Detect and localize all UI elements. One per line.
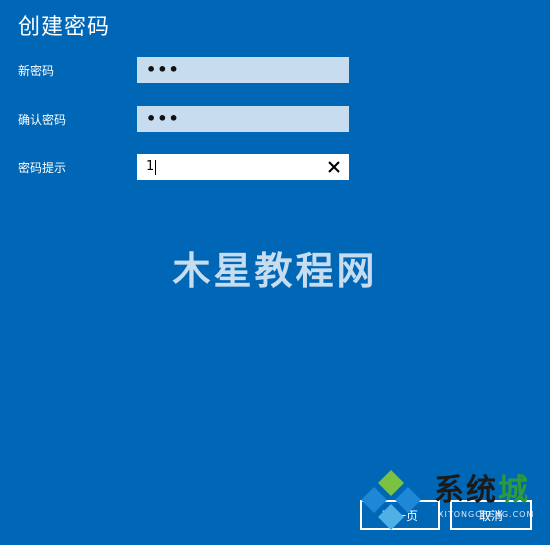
- password-hint-field[interactable]: 1: [137, 154, 349, 180]
- new-password-label: 新密码: [18, 64, 55, 78]
- close-icon[interactable]: [326, 159, 342, 175]
- site-logo: 系统城 XITONGCHENG.COM: [356, 468, 546, 532]
- create-password-page: 创建密码 新密码 ••• 确认密码 ••• 密码提示 1 木星教程网 下一页 取…: [0, 0, 550, 545]
- logo-subtitle: XITONGCHENG.COM: [438, 510, 535, 519]
- text-caret: [155, 159, 157, 175]
- new-password-value: •••: [146, 60, 180, 79]
- logo-text-accent: 城: [498, 473, 530, 508]
- diamond-logo-icon: [361, 470, 421, 530]
- new-password-field[interactable]: •••: [137, 57, 349, 83]
- logo-text-main: 系统: [434, 473, 498, 508]
- page-title: 创建密码: [18, 15, 111, 40]
- password-hint-value: 1: [146, 159, 155, 174]
- password-hint-label: 密码提示: [18, 161, 67, 175]
- confirm-password-value: •••: [146, 109, 180, 128]
- logo-text: 系统城: [434, 474, 530, 508]
- watermark-text: 木星教程网: [172, 249, 378, 293]
- confirm-password-field[interactable]: •••: [137, 106, 349, 132]
- confirm-password-label: 确认密码: [18, 113, 67, 127]
